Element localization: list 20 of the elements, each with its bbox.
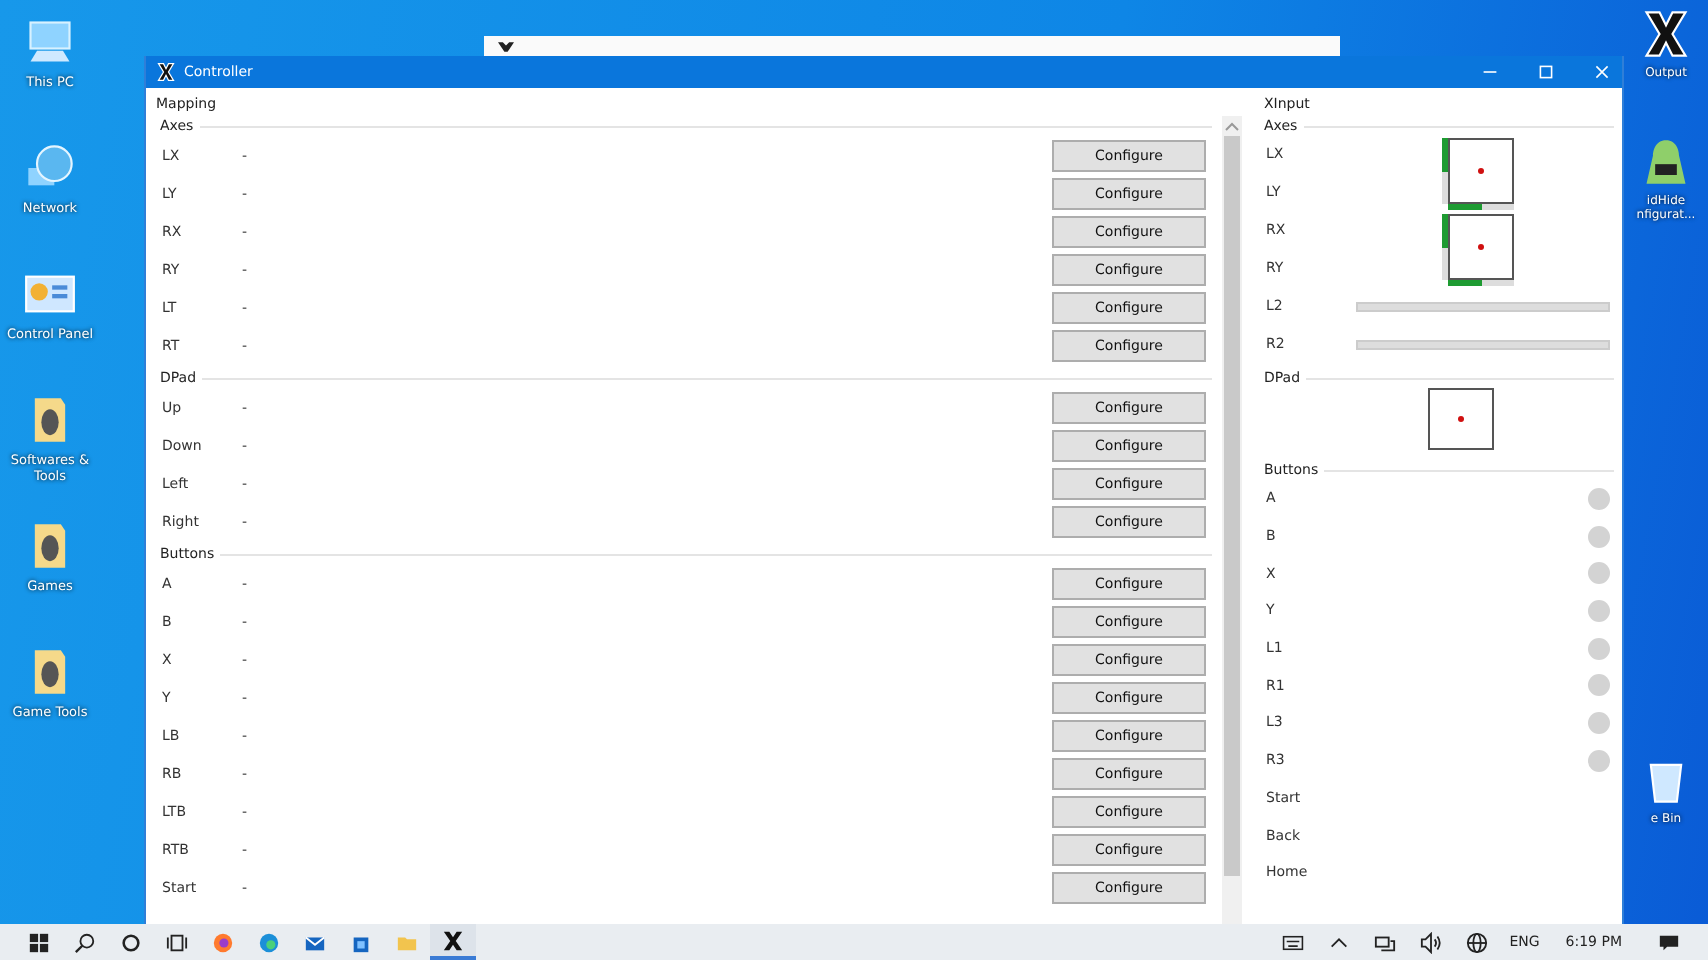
- dpad-indicator: [1428, 388, 1494, 450]
- start-icon[interactable]: [28, 931, 50, 953]
- globe-icon[interactable]: [1465, 931, 1488, 953]
- task-view-icon[interactable]: [166, 931, 188, 953]
- mail-icon: [304, 931, 326, 953]
- computer-icon[interactable]: [24, 16, 76, 68]
- stick-dot: [1478, 244, 1484, 250]
- stick-dot: [1478, 168, 1484, 174]
- volume-icon[interactable]: [1419, 931, 1442, 953]
- fox-icon: [212, 931, 234, 953]
- browser-icon: [258, 931, 280, 953]
- circle-icon[interactable]: [120, 931, 142, 953]
- scroll-thumb[interactable]: [1224, 136, 1240, 876]
- taskbar-app-button[interactable]: [430, 924, 476, 960]
- search-icon[interactable]: [74, 931, 96, 953]
- notification-icon[interactable]: [1658, 931, 1680, 953]
- close-icon[interactable]: [1594, 64, 1610, 80]
- maximize-icon[interactable]: [1538, 64, 1554, 80]
- keyboard-icon[interactable]: [1281, 931, 1304, 953]
- network-icon[interactable]: [1373, 931, 1396, 953]
